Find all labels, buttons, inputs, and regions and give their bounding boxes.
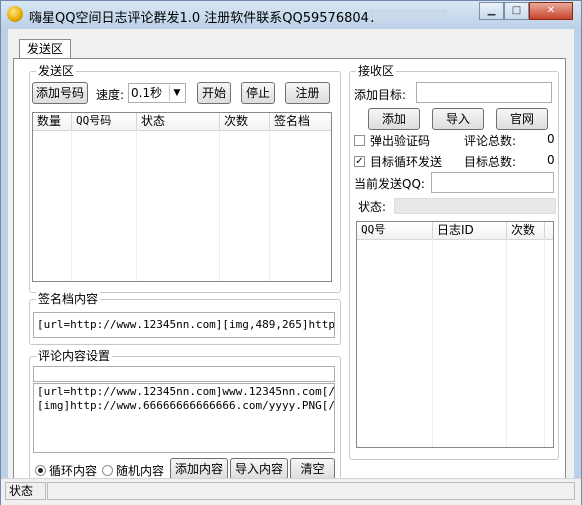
random-content-label[interactable]: 随机内容 — [116, 462, 164, 479]
grid-line — [136, 130, 137, 281]
title-bar[interactable]: 嗨星QQ空间日志评论群发1.0 注册软件联系QQ595768047 ▁ □ ✕ — [1, 1, 581, 28]
send-list-header: 数量 QQ号码 状态 次数 签名档 — [33, 113, 331, 131]
column-header-qq[interactable]: QQ号码 — [72, 113, 137, 130]
send-group: 发送区 添加号码 速度: 0.1秒 ▼ 开始 停止 注册 数量 QQ号码 状态 … — [29, 64, 341, 293]
comment-group-legend: 评论内容设置 — [36, 349, 113, 363]
loop-send-checkbox[interactable]: ✓ — [354, 156, 365, 167]
target-total-label: 目标总数: — [464, 155, 517, 169]
website-button[interactable]: 官网 — [496, 108, 548, 130]
comment-total-value: 0 — [547, 132, 555, 146]
column-header-signature[interactable]: 签名档 — [270, 113, 331, 130]
speed-select-value: 0.1秒 — [131, 86, 163, 100]
status-progress-bar — [394, 198, 556, 214]
status-bar: 状态 — [1, 478, 581, 505]
status-label: 状态: — [358, 200, 387, 214]
add-content-button[interactable]: 添加内容 — [170, 458, 228, 480]
maximize-button[interactable]: □ — [504, 2, 529, 20]
grid-line — [544, 239, 545, 447]
clear-button[interactable]: 清空 — [290, 458, 335, 480]
grid-line — [219, 130, 220, 281]
current-qq-input[interactable] — [431, 172, 554, 193]
tab-send-area[interactable]: 发送区 — [19, 39, 71, 59]
grid-line — [506, 239, 507, 447]
send-list[interactable]: 数量 QQ号码 状态 次数 签名档 — [32, 112, 332, 282]
checkmark-icon: ✓ — [355, 156, 364, 167]
window-title: 嗨星QQ空间日志评论群发1.0 注册软件联系QQ595768047 — [29, 11, 378, 26]
comment-line: [url=http://www.12345nn.com]www.12345nn.… — [37, 385, 335, 398]
start-button[interactable]: 开始 — [197, 82, 231, 104]
speed-select[interactable]: 0.1秒 ▼ — [128, 83, 186, 103]
grid-line — [269, 130, 270, 281]
comment-group: 评论内容设置 [url=http://www.12345nn.com]www.1… — [29, 349, 341, 484]
receive-group: 接收区 添加目标: 添加 导入 官网 弹出验证码 评论总数: 0 ✓ 目标循环发… — [349, 64, 559, 460]
status-bar-message — [47, 482, 575, 500]
signature-group-legend: 签名档内容 — [36, 292, 101, 306]
current-qq-label: 当前发送QQ: — [354, 177, 425, 191]
column-header-log-id[interactable]: 日志ID — [433, 222, 507, 239]
signature-group: 签名档内容 [url=http://www.12345nn.com][img,4… — [29, 292, 341, 345]
column-header-status[interactable]: 状态 — [137, 113, 220, 130]
title-redaction — [369, 9, 447, 20]
status-bar-label: 状态 — [5, 482, 46, 500]
random-content-radio[interactable] — [102, 465, 113, 476]
column-header-count[interactable]: 数量 — [33, 113, 72, 130]
chevron-down-icon[interactable]: ▼ — [169, 85, 184, 101]
comment-input-bar[interactable] — [33, 366, 335, 382]
popup-captcha-checkbox[interactable] — [354, 135, 365, 146]
column-header-send-times[interactable]: 次数 — [507, 222, 545, 239]
column-header-qq-number[interactable]: QQ号 — [357, 222, 433, 239]
add-target-input[interactable] — [416, 82, 552, 103]
grid-line — [432, 239, 433, 447]
send-group-legend: 发送区 — [36, 64, 77, 78]
popup-captcha-label[interactable]: 弹出验证码 — [370, 132, 430, 149]
comment-line: [img]http://www.66666666666666.com/yyyy.… — [37, 399, 335, 412]
comment-total-label: 评论总数: — [464, 134, 517, 148]
receive-list[interactable]: QQ号 日志ID 次数 — [356, 221, 554, 448]
register-button[interactable]: 注册 — [285, 82, 330, 104]
import-target-button[interactable]: 导入 — [432, 108, 484, 130]
minimize-button[interactable]: ▁ — [479, 2, 504, 20]
loop-content-label[interactable]: 循环内容 — [49, 462, 97, 479]
comment-content-textarea[interactable]: [url=http://www.12345nn.com]www.12345nn.… — [33, 383, 335, 453]
import-content-button[interactable]: 导入内容 — [230, 458, 288, 480]
add-target-button[interactable]: 添加 — [368, 108, 420, 130]
signature-input[interactable]: [url=http://www.12345nn.com][img,489,265… — [33, 312, 335, 338]
star-app-icon — [7, 6, 23, 22]
loop-content-radio[interactable] — [35, 465, 46, 476]
receive-group-legend: 接收区 — [356, 64, 397, 78]
tab-panel: 发送区 添加号码 速度: 0.1秒 ▼ 开始 停止 注册 数量 QQ号码 状态 … — [13, 58, 566, 485]
receive-list-header: QQ号 日志ID 次数 — [357, 222, 553, 240]
add-number-button[interactable]: 添加号码 — [32, 82, 88, 104]
add-target-label: 添加目标: — [354, 88, 407, 102]
client-area: 发送区 发送区 添加号码 速度: 0.1秒 ▼ 开始 停止 注册 数量 QQ号码 — [8, 29, 574, 499]
speed-label: 速度: — [96, 88, 125, 102]
app-window: 嗨星QQ空间日志评论群发1.0 注册软件联系QQ595768047 ▁ □ ✕ … — [0, 0, 582, 505]
stop-button[interactable]: 停止 — [241, 82, 275, 104]
column-header-times[interactable]: 次数 — [220, 113, 270, 130]
loop-send-label[interactable]: 目标循环发送 — [370, 153, 442, 170]
grid-line — [71, 130, 72, 281]
target-total-value: 0 — [547, 153, 555, 167]
close-button[interactable]: ✕ — [529, 2, 573, 20]
